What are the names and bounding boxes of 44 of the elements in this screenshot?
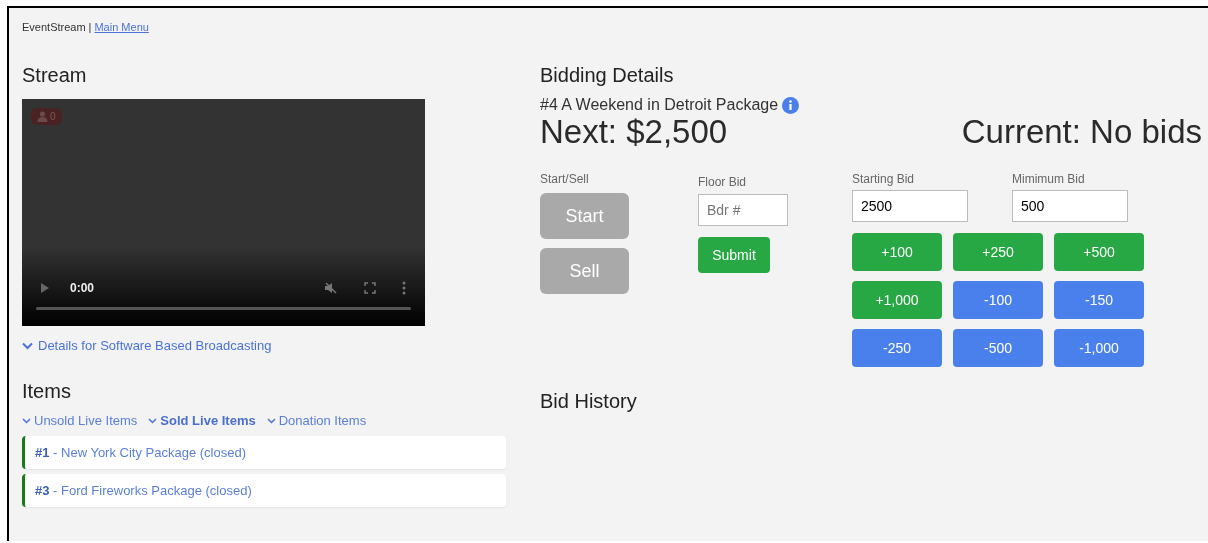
current-bid-text: Current: No bids xyxy=(961,114,1202,150)
brand-text: EventStream xyxy=(22,21,86,33)
bid-adjust-button[interactable]: +100 xyxy=(852,233,942,271)
next-bid-text: Next: $2,500 xyxy=(540,114,728,150)
filter-link[interactable]: Sold Live Items xyxy=(148,413,256,428)
details-link[interactable]: Details for Software Based Broadcasting xyxy=(22,338,272,353)
section-heading: Bidding Details xyxy=(540,63,675,87)
chevron-down-icon xyxy=(22,417,31,424)
section-heading: Items xyxy=(22,379,72,403)
bid-adjust-button[interactable]: -100 xyxy=(953,281,1043,319)
mute-icon[interactable] xyxy=(324,281,338,295)
time-text: 0:00 xyxy=(70,281,95,295)
play-icon[interactable] xyxy=(40,282,50,294)
filter-link[interactable]: Donation Items xyxy=(266,413,367,428)
starting-bid-field[interactable]: 2500 xyxy=(852,190,968,222)
filter-link[interactable]: Unsold Live Items xyxy=(22,413,138,428)
minimum-bid-field[interactable]: 500 xyxy=(1012,190,1128,222)
section-heading: Bid History xyxy=(540,389,638,413)
field-label: Mimimum Bid xyxy=(1012,172,1086,186)
field-label: Starting Bid xyxy=(852,172,916,186)
main-menu-link[interactable]: Main Menu xyxy=(94,21,149,33)
bid-adjust-button[interactable]: -150 xyxy=(1054,281,1144,319)
submit-button[interactable]: Submit xyxy=(698,237,770,273)
separator-text: | xyxy=(88,21,92,33)
item-link[interactable]: #3 - Ford Fireworks Package (closed) xyxy=(22,474,506,507)
more-icon[interactable] xyxy=(402,281,406,295)
field-label: Floor Bid xyxy=(698,175,747,189)
chevron-down-icon xyxy=(266,417,276,424)
person-icon xyxy=(37,111,48,122)
floor-bid-field[interactable]: Bdr # xyxy=(698,194,788,226)
section-heading: Stream xyxy=(22,63,88,87)
chevron-down-icon xyxy=(22,341,33,350)
bid-adjust-button[interactable]: -250 xyxy=(852,329,942,367)
field-label: Start/Sell xyxy=(540,172,590,186)
chevron-down-icon xyxy=(148,417,158,424)
item-title: #4 A Weekend in Detroit Package xyxy=(540,96,779,114)
fullscreen-icon[interactable] xyxy=(364,282,376,294)
bid-adjust-button[interactable]: +500 xyxy=(1054,233,1144,271)
bid-adjust-button[interactable]: +250 xyxy=(953,233,1043,271)
bid-adjust-button[interactable]: -1,000 xyxy=(1054,329,1144,367)
bid-adjust-button[interactable]: +1,000 xyxy=(852,281,942,319)
item-link[interactable]: #1 - New York City Package (closed) xyxy=(22,436,506,469)
info-icon[interactable] xyxy=(782,96,800,114)
bid-adjust-button[interactable]: -500 xyxy=(953,329,1043,367)
